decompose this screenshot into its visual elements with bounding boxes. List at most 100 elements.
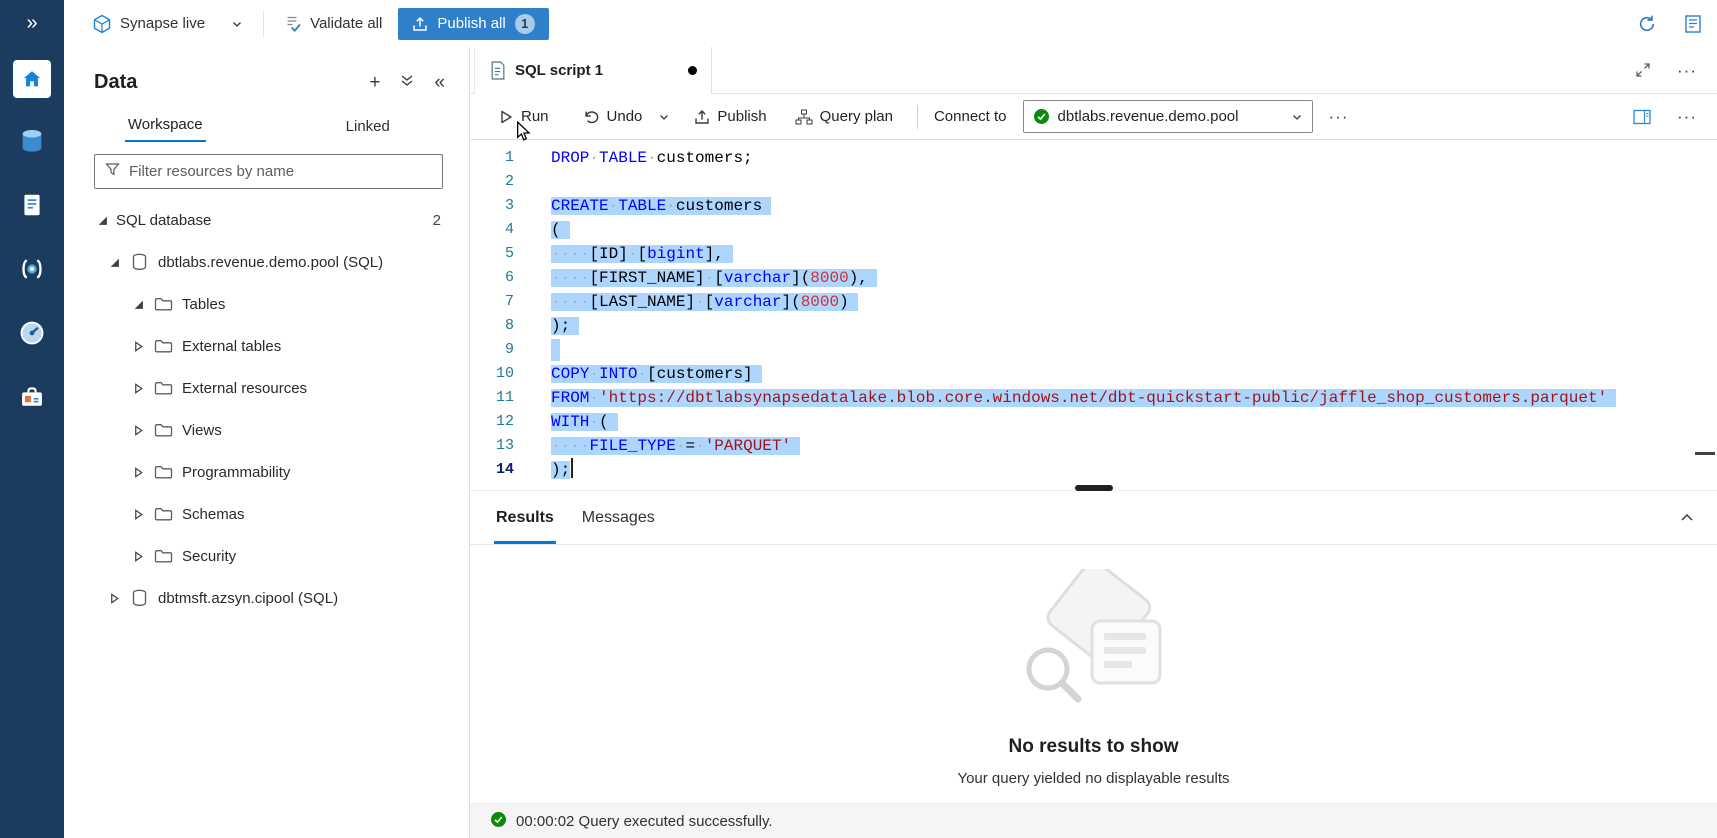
code-line[interactable]: 8); (470, 314, 1717, 338)
filter-input[interactable] (129, 163, 432, 180)
code-line[interactable]: 4( (470, 218, 1717, 242)
code-text: DROP·TABLE·customers; (514, 146, 753, 170)
code-line[interactable]: 11FROM·'https://dbtlabsynapsedatalake.bl… (470, 386, 1717, 410)
code-text (514, 338, 560, 362)
nav-monitor[interactable] (12, 315, 52, 355)
tree-item-schemas[interactable]: Schemas (64, 493, 469, 535)
tree-item-sql-database[interactable]: SQL database 2 (64, 199, 469, 241)
clipboard-list-icon[interactable] (1683, 14, 1703, 34)
code-line[interactable]: 13····FILE_TYPE·=·'PARQUET' (470, 434, 1717, 458)
sql-editor[interactable]: 1DROP·TABLE·customers;23CREATE·TABLE·cus… (470, 140, 1717, 490)
unsaved-changes-dot (688, 66, 697, 75)
status-message: 00:00:02 Query executed successfully. (516, 813, 773, 830)
expanded-arrow-icon[interactable] (106, 257, 122, 268)
tree-item-label: SQL database (116, 212, 211, 229)
line-number: 9 (470, 338, 514, 362)
undo-button[interactable]: Undo (573, 100, 653, 134)
collapsed-arrow-icon[interactable] (130, 383, 146, 394)
nav-manage[interactable] (12, 379, 52, 419)
undo-icon (583, 109, 600, 125)
publish-count-badge: 1 (515, 14, 535, 34)
folder-icon (152, 506, 174, 522)
tab-results[interactable]: Results (482, 491, 568, 544)
validate-all-button[interactable]: Validate all (284, 15, 382, 33)
collapsed-arrow-icon[interactable] (130, 341, 146, 352)
collapsed-arrow-icon[interactable] (130, 467, 146, 478)
collapsed-arrow-icon[interactable] (106, 593, 122, 604)
code-line[interactable]: 7····[LAST_NAME]·[varchar](8000) (470, 290, 1717, 314)
toolbar-more-button[interactable]: ··· (1329, 108, 1349, 125)
editor-more-options-button[interactable]: ··· (1677, 108, 1697, 125)
collapsed-arrow-icon[interactable] (130, 551, 146, 562)
line-number: 4 (470, 218, 514, 242)
code-line[interactable]: 1DROP·TABLE·customers; (470, 146, 1717, 170)
line-number: 1 (470, 146, 514, 170)
folder-icon (152, 548, 174, 564)
publish-all-button[interactable]: Publish all 1 (398, 8, 548, 40)
tree-item-programmability[interactable]: Programmability (64, 451, 469, 493)
run-button[interactable]: Run (488, 100, 559, 134)
nav-data[interactable] (12, 123, 52, 163)
pipeline-icon (18, 255, 46, 288)
code-line[interactable]: 3CREATE·TABLE·customers (470, 194, 1717, 218)
collapse-panel-button[interactable]: « (434, 73, 445, 92)
line-number: 14 (470, 458, 514, 482)
tree-item-label: Views (182, 422, 222, 439)
expanded-arrow-icon[interactable] (94, 215, 110, 226)
tab-messages[interactable]: Messages (568, 491, 669, 544)
code-text: COPY·INTO·[customers] (514, 362, 762, 386)
line-number: 13 (470, 434, 514, 458)
environment-selector[interactable]: Synapse live (92, 14, 243, 34)
nav-home[interactable] (12, 59, 52, 99)
connected-check-icon (1033, 108, 1050, 125)
dropdown-chevron-icon (1291, 111, 1303, 123)
code-text (514, 170, 551, 194)
add-resource-button[interactable]: + (369, 73, 380, 92)
nav-develop[interactable] (12, 187, 52, 227)
chevron-up-icon[interactable] (1679, 510, 1695, 526)
tab-workspace[interactable]: Workspace (64, 106, 267, 142)
tree-item-label: Programmability (182, 464, 290, 481)
collapse-all-icon[interactable] (400, 73, 414, 92)
code-line[interactable]: 12WITH·( (470, 410, 1717, 434)
tab-sql-script-1[interactable]: SQL script 1 (474, 47, 712, 94)
item-count-badge: 2 (433, 212, 441, 229)
code-line[interactable]: 9 (470, 338, 1717, 362)
code-text: ····FILE_TYPE·=·'PARQUET' (514, 434, 800, 458)
results-panel: Results Messages (470, 490, 1717, 838)
publish-button[interactable]: Publish (684, 100, 776, 134)
nav-expand-button[interactable]: » (0, 0, 64, 47)
tree-item-dbtlabs-revenue-demo-pool-sql[interactable]: dbtlabs.revenue.demo.pool (SQL) (64, 241, 469, 283)
maximize-icon[interactable] (1635, 62, 1651, 78)
tree-item-dbtmsft-azsyn-cipool-sql[interactable]: dbtmsft.azsyn.cipool (SQL) (64, 577, 469, 619)
tree-item-external-resources[interactable]: External resources (64, 367, 469, 409)
tree-item-views[interactable]: Views (64, 409, 469, 451)
panel-splitter-handle[interactable] (1075, 485, 1113, 491)
empty-state-title: No results to show (1009, 736, 1179, 758)
tree-item-tables[interactable]: Tables (64, 283, 469, 325)
database-cylinder-icon (17, 126, 47, 161)
filter-funnel-icon (105, 162, 120, 182)
code-line[interactable]: 14); (470, 458, 1717, 482)
code-text: CREATE·TABLE·customers (514, 194, 771, 218)
nav-integrate[interactable] (12, 251, 52, 291)
tab-more-options-button[interactable]: ··· (1677, 62, 1697, 79)
collapsed-arrow-icon[interactable] (130, 509, 146, 520)
collapsed-arrow-icon[interactable] (130, 425, 146, 436)
refresh-icon[interactable] (1637, 14, 1657, 34)
undo-dropdown-chevron[interactable] (652, 100, 676, 134)
chevron-down-icon (231, 18, 243, 30)
data-panel-tabs: Workspace Linked (64, 106, 469, 142)
resource-tree: SQL database 2 dbtlabs.revenue.demo.pool (… (64, 199, 469, 619)
code-line[interactable]: 10COPY·INTO·[customers] (470, 362, 1717, 386)
tree-item-security[interactable]: Security (64, 535, 469, 577)
query-plan-button[interactable]: Query plan (785, 100, 903, 134)
connect-to-dropdown[interactable]: dbtlabs.revenue.demo.pool (1023, 100, 1313, 133)
properties-panel-icon[interactable] (1633, 109, 1651, 125)
code-line[interactable]: 6····[FIRST_NAME]·[varchar](8000), (470, 266, 1717, 290)
tab-linked[interactable]: Linked (267, 106, 470, 142)
expanded-arrow-icon[interactable] (130, 299, 146, 310)
tree-item-external-tables[interactable]: External tables (64, 325, 469, 367)
code-line[interactable]: 2 (470, 170, 1717, 194)
code-line[interactable]: 5····[ID]·[bigint], (470, 242, 1717, 266)
